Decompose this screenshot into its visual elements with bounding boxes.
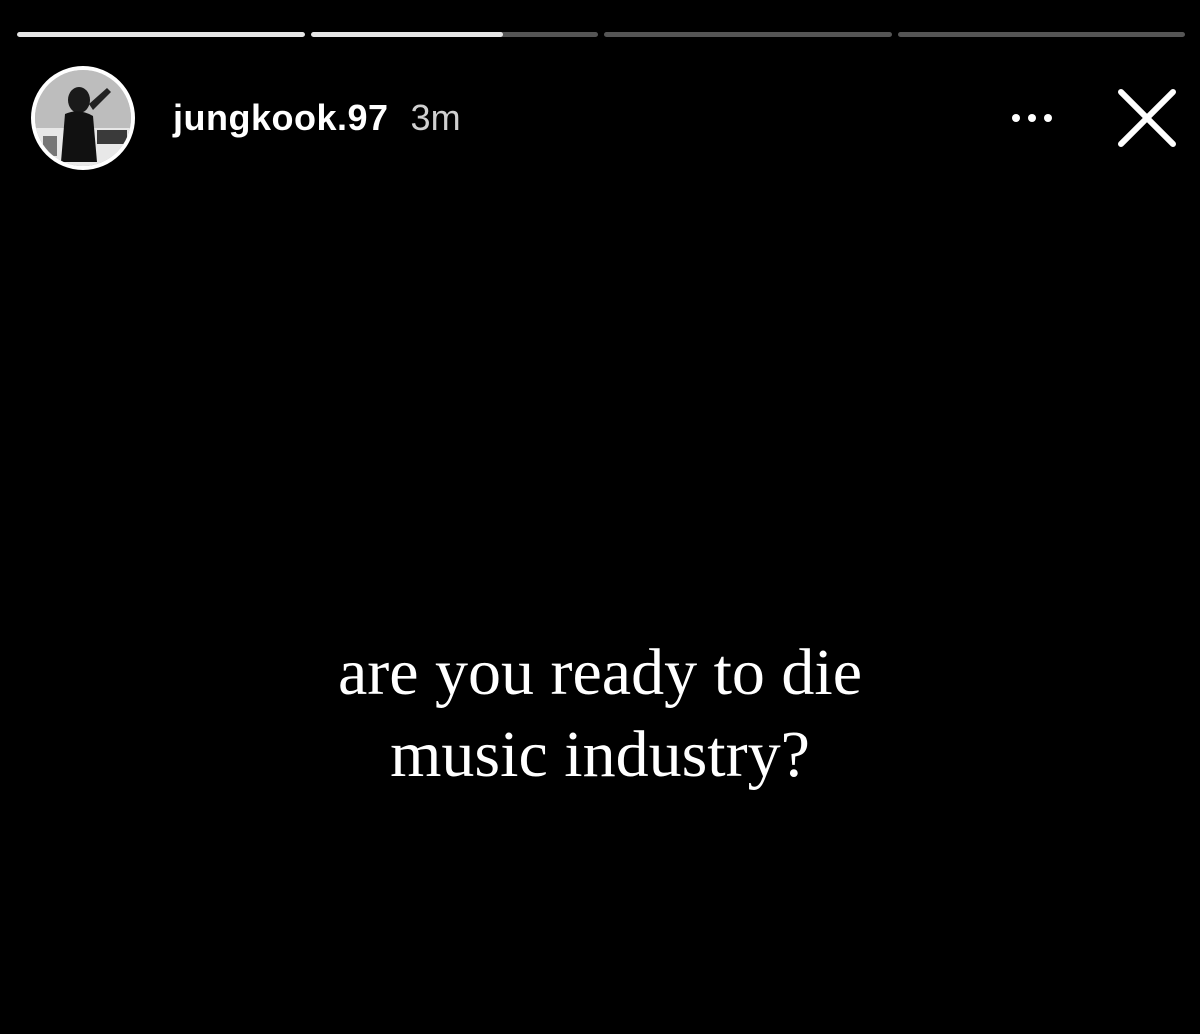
- progress-segment: [604, 32, 892, 37]
- more-horizontal-icon: [1012, 114, 1052, 122]
- username[interactable]: jungkook.97: [173, 97, 389, 139]
- story-caption: are you ready to die music industry?: [0, 632, 1200, 796]
- caption-line: music industry?: [390, 718, 810, 791]
- progress-segment: [897, 32, 1185, 37]
- story-progress-bar: [17, 32, 1185, 37]
- more-options-button[interactable]: [1002, 98, 1062, 138]
- caption-line: are you ready to die: [337, 636, 863, 709]
- progress-fill: [17, 32, 305, 37]
- close-button[interactable]: [1112, 83, 1182, 153]
- progress-segment: [17, 32, 305, 37]
- story-viewer[interactable]: jungkook.97 3m are you ready to die musi…: [0, 0, 1200, 1034]
- progress-fill: [310, 32, 504, 37]
- avatar-photo: [35, 70, 131, 166]
- story-timestamp: 3m: [410, 97, 461, 138]
- avatar[interactable]: [31, 66, 135, 170]
- story-header: jungkook.97 3m: [31, 64, 1182, 172]
- close-icon: [1118, 89, 1176, 147]
- progress-segment: [310, 32, 598, 37]
